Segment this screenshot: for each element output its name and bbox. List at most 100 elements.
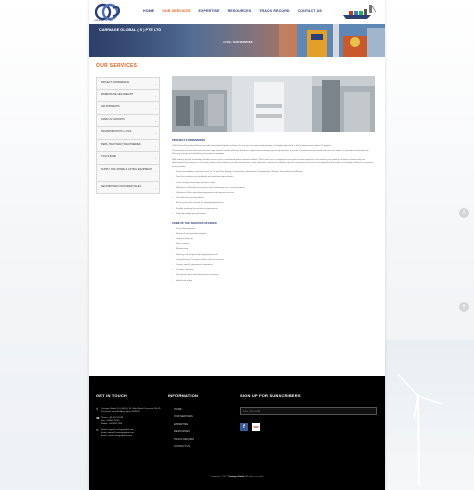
chevron-right-icon: › [155,106,156,110]
list-item: Comprehensive Transport and far and rive… [172,259,375,262]
sidebar-item-over-lay-exports[interactable]: OVER LAY EXPORTS › [96,114,160,127]
copyright-suffix: . All rights reserved. [244,476,264,478]
chevron-right-icon: › [155,118,156,123]
social-links: f ww [240,422,380,431]
nav-contact-us[interactable]: CONTACT US [298,9,322,13]
footer-link-expertise[interactable]: EXPERTISE [174,423,228,426]
industrial-plant-photo [172,76,375,132]
main-nav: HOME OUR SERVICES EXPERTISE RESOURCES TR… [143,9,322,13]
copyright-prefix: Copyright © 2017 [210,476,228,478]
breadcrumb-current: OUR SERVICES [232,41,253,44]
sidebar-item-label: OVER LAY EXPORTS [101,117,125,121]
chevron-up-icon: ˄ [462,304,466,310]
sidebar-item-label: AIR SHIPMENTS [101,105,120,108]
list-item: Dedicated single point of contact [172,213,375,216]
footer-emails: ✉ Email: cargo@carriageglobal.com Email:… [96,429,162,438]
nav-our-services[interactable]: OUR SERVICES [162,9,190,13]
list-item: Project Management [172,228,375,231]
nav-resources[interactable]: RESOURCES [228,9,252,13]
chevron-right-icon: › [155,185,156,190]
list-item: Logistics planning [172,238,375,241]
social-icon[interactable]: ww [252,422,260,431]
footer-link-home[interactable]: HOME [174,408,228,411]
feature-list: Project forwarding in industries such as… [172,171,375,216]
footer-link-our-services[interactable]: OUR SERVICES [174,415,228,418]
footer-link-contact-us[interactable]: CONTACT US [174,445,228,448]
footer-links: HOME OUR SERVICES EXPERTISE RESOURCES TR… [168,408,228,448]
banner-industrial-image [297,24,385,57]
copyright: Copyright © 2017 Carriage Global. All ri… [89,476,385,478]
list-item: Route surveys [172,243,375,246]
sidebar-item-label: PERS, HIGH HEAVY MACHINERIES [101,142,141,146]
list-item: Liaising with local authorities where ne… [172,274,375,277]
chevron-right-icon: › [155,156,156,160]
content-heading: PROJECT FORWARDING [172,138,206,142]
breadcrumb-home[interactable]: HOME [223,41,231,44]
chevron-right-icon: › [155,168,156,173]
footer-info-heading: INFORMATION [168,393,199,398]
chevron-right-icon: › [155,131,156,135]
section-title: OUR SERVICES [96,63,138,69]
services-sidebar: PROJECT FORWARDING › WAREHOUSE SEA FREIGH… [96,77,160,194]
facebook-icon[interactable]: f [240,422,248,431]
services-list: Project Management Heavy Lift and extend… [172,228,375,283]
copyright-company[interactable]: Carriage Global [228,476,244,478]
phone-icon: ☎ [96,416,100,420]
list-item: Cost effective and specialized [172,197,375,200]
back-to-top-button[interactable]: ˄ [459,302,469,312]
company-logo[interactable] [95,3,121,21]
logo-text: CARRIAGE GLOBAL [94,20,114,22]
wind-turbine-decoration [397,373,443,486]
content-paragraph: The movement of oversized and unusual ca… [172,150,369,156]
footer-email[interactable]: Email: ceo@carriageglobal.com [101,435,162,438]
site-footer: GET IN TOUCH ⚲ Carriage Global ( S ) (AC… [89,376,385,490]
sidebar-item-offshore-lifting[interactable]: SUPPLY OFF-SHORE & LIFTING EQUIPMENT › [96,164,160,182]
chevron-right-icon: › [155,143,156,148]
sidebar-item-heavy-machineries[interactable]: PERS, HIGH HEAVY MACHINERIES › [96,139,160,152]
list-item: Health and safety [172,280,375,283]
list-item: Cross cutting partnerships with your car… [172,182,375,185]
email-icon: ✉ [96,428,99,432]
sidebar-item-tools-base[interactable]: TOOLS BASE › [96,152,160,165]
footer-information: INFORMATION HOME OUR SERVICES EXPERTISE … [168,393,228,452]
list-item: Country specific paperwork competence [172,264,375,267]
list-item: Door/Key solutions and worldwide and ind… [172,176,375,179]
list-item: Utilization of fleet specialized equipme… [172,192,375,195]
banner-company-name: CARRIAGE GLOBAL ( S ) PTE LTD [99,28,162,32]
sidebar-item-air-shipments[interactable]: AIR SHIPMENTS › [96,102,160,115]
footer-link-track-record[interactable]: TRACK RECORD [174,438,228,441]
subscribe-email-input[interactable] [240,407,377,415]
chevron-right-icon: › [155,93,156,98]
footer-subscribe: SIGN UP FOR SUBSCRIBERS f ww [240,393,380,431]
nav-home[interactable]: HOME [143,9,154,13]
nav-track-record[interactable]: TRACK RECORD [259,9,289,13]
ship-logo-image [343,5,377,19]
sidebar-item-project-forwarding[interactable]: PROJECT FORWARDING › [96,77,160,90]
sidebar-item-transportation[interactable]: TRANSPORTATION / LOGS › [96,127,160,140]
list-item: Heavy Lift and extended cargoes [172,233,375,236]
list-item: Utilization of all modes of transport an… [172,187,375,190]
page-banner: CARRIAGE GLOBAL ( S ) PTE LTD HOME / OUR… [89,24,385,57]
sidebar-item-label: TOOLS BASE [101,155,117,158]
sidebar-item-warehouse-sea-freight[interactable]: WAREHOUSE SEA FREIGHT › [96,89,160,102]
scroll-up-button[interactable]: ˄ [459,208,469,218]
list-item: Project forwarding in industries such as… [172,171,375,174]
footer-touch-heading: GET IN TOUCH [96,393,127,398]
chevron-right-icon: › [155,82,156,86]
location-icon: ⚲ [96,407,99,411]
hero-image [172,76,375,132]
list-item: Packing, unit analysis and shipping term… [172,254,375,257]
footer-mobile: Mobile: +6593577996 [101,423,123,425]
footer-address: ⚲ Carriage Global ( S ) (ACS), 61, Bukit… [96,407,162,414]
list-item: Customs clearance [172,269,375,272]
list-item: Excel insurer with sectoral & expanded a… [172,202,375,205]
footer-subscribe-heading: SIGN UP FOR SUBSCRIBERS [240,393,301,398]
list-item: Warehousing [172,248,375,251]
footer-contact: GET IN TOUCH ⚲ Carriage Global ( S ) (AC… [96,393,162,438]
sidebar-item-label: TRANSPORTATION / LOGS [101,130,132,133]
sidebar-item-label: SUPPLY OFF-SHORE & LIFTING EQUIPMENT [101,167,152,171]
footer-link-resources[interactable]: RESOURCES [174,430,228,433]
services-offered-heading: SOME OF THE SERVICES OFFERED [172,222,217,226]
nav-expertise[interactable]: EXPERTISE [198,9,219,13]
sidebar-item-container-sales[interactable]: SECONDHAND CONTAINER SALES › [96,181,160,194]
